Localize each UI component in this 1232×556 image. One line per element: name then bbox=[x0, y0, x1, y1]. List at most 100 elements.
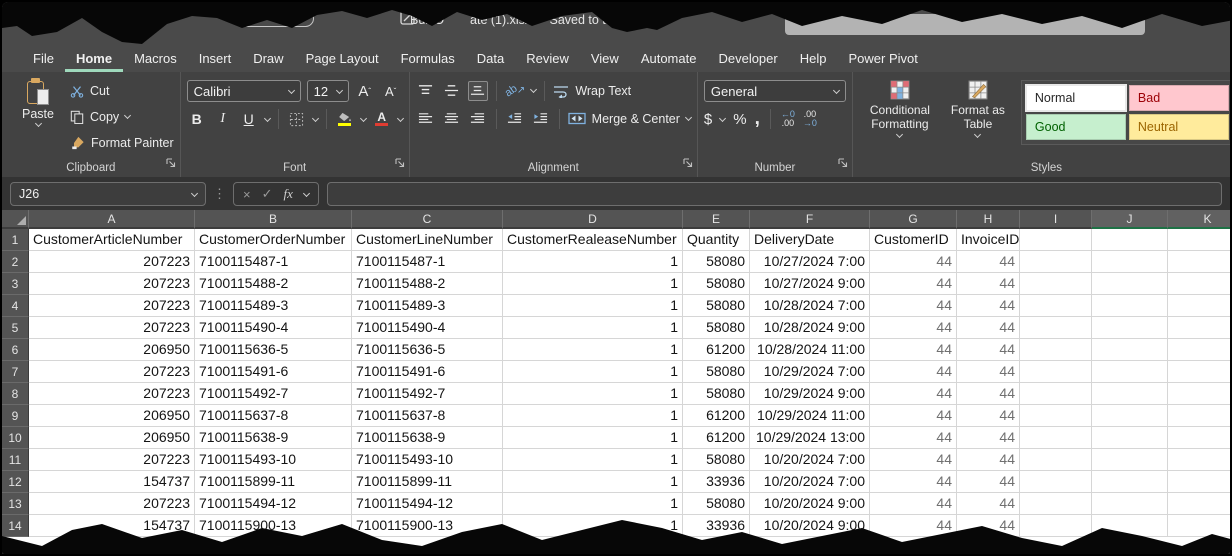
format-as-table-button[interactable]: Format as Table bbox=[941, 80, 1015, 137]
cell-H7[interactable]: 44 bbox=[957, 361, 1020, 383]
cell-B14[interactable]: 7100115900-13 bbox=[195, 515, 352, 537]
cell-C1[interactable]: CustomerLineNumber bbox=[352, 229, 503, 251]
cell-F10[interactable]: 10/29/2024 13:00 bbox=[750, 427, 870, 449]
cell-I3[interactable] bbox=[1020, 273, 1092, 295]
bold-button[interactable]: B bbox=[187, 109, 207, 129]
underline-chevron-icon[interactable] bbox=[264, 114, 271, 121]
cell-J3[interactable] bbox=[1092, 273, 1168, 295]
cell-F14[interactable]: 10/20/2024 9:00 bbox=[750, 515, 870, 537]
font-color-button[interactable]: A bbox=[372, 109, 392, 129]
clipboard-dialog-launcher[interactable] bbox=[166, 155, 176, 173]
cell-G6[interactable]: 44 bbox=[870, 339, 957, 361]
cell-D10[interactable]: 1 bbox=[503, 427, 683, 449]
row-header-4[interactable]: 4 bbox=[2, 295, 29, 317]
cell-J9[interactable] bbox=[1092, 405, 1168, 427]
cell-B3[interactable]: 7100115488-2 bbox=[195, 273, 352, 295]
fill-color-button[interactable] bbox=[335, 109, 355, 129]
cell-C12[interactable]: 7100115899-11 bbox=[352, 471, 503, 493]
cell-H12[interactable]: 44 bbox=[957, 471, 1020, 493]
column-header-I[interactable]: I bbox=[1020, 210, 1092, 229]
cell-C3[interactable]: 7100115488-2 bbox=[352, 273, 503, 295]
align-left-button[interactable] bbox=[416, 109, 436, 129]
cell-H2[interactable]: 44 bbox=[957, 251, 1020, 273]
column-header-B[interactable]: B bbox=[195, 210, 352, 229]
column-header-D[interactable]: D bbox=[503, 210, 683, 229]
style-chip-bad[interactable]: Bad bbox=[1129, 85, 1229, 111]
paste-button[interactable]: Paste bbox=[14, 78, 62, 126]
cell-K5[interactable] bbox=[1168, 317, 1230, 339]
cell-G5[interactable]: 44 bbox=[870, 317, 957, 339]
cell-E14[interactable]: 33936 bbox=[683, 515, 750, 537]
cell-A3[interactable]: 207223 bbox=[29, 273, 195, 295]
cell-H14[interactable]: 44 bbox=[957, 515, 1020, 537]
select-all-corner[interactable] bbox=[2, 210, 29, 229]
cell-B11[interactable]: 7100115493-10 bbox=[195, 449, 352, 471]
formula-input[interactable] bbox=[327, 182, 1222, 206]
insert-function-icon[interactable]: fx bbox=[284, 186, 293, 202]
cell-J6[interactable] bbox=[1092, 339, 1168, 361]
format-painter-button[interactable]: Format Painter bbox=[70, 132, 174, 153]
cell-B10[interactable]: 7100115638-9 bbox=[195, 427, 352, 449]
tab-automate[interactable]: Automate bbox=[630, 44, 708, 72]
name-box[interactable]: J26 bbox=[10, 182, 206, 206]
cell-D4[interactable]: 1 bbox=[503, 295, 683, 317]
cell-E5[interactable]: 58080 bbox=[683, 317, 750, 339]
cell-A14[interactable]: 154737 bbox=[29, 515, 195, 537]
column-header-K[interactable]: K bbox=[1168, 210, 1230, 229]
cell-I11[interactable] bbox=[1020, 449, 1092, 471]
cell-B12[interactable]: 7100115899-11 bbox=[195, 471, 352, 493]
cell-D6[interactable]: 1 bbox=[503, 339, 683, 361]
percent-button[interactable]: % bbox=[733, 111, 746, 128]
cell-B2[interactable]: 7100115487-1 bbox=[195, 251, 352, 273]
row-header-2[interactable]: 2 bbox=[2, 251, 29, 273]
font-color-chevron-icon[interactable] bbox=[397, 114, 404, 121]
cell-C11[interactable]: 7100115493-10 bbox=[352, 449, 503, 471]
cell-A13[interactable]: 207223 bbox=[29, 493, 195, 515]
excel-logo-icon[interactable]: X bbox=[39, 9, 60, 30]
cell-E11[interactable]: 58080 bbox=[683, 449, 750, 471]
currency-chevron-icon[interactable] bbox=[719, 114, 726, 121]
row-header-9[interactable]: 9 bbox=[2, 405, 29, 427]
cell-C7[interactable]: 7100115491-6 bbox=[352, 361, 503, 383]
font-size-combo[interactable]: 12 bbox=[307, 80, 349, 102]
cell-A1[interactable]: CustomerArticleNumber bbox=[29, 229, 195, 251]
cell-E12[interactable]: 33936 bbox=[683, 471, 750, 493]
currency-button[interactable]: $ bbox=[704, 111, 712, 128]
cell-F3[interactable]: 10/27/2024 9:00 bbox=[750, 273, 870, 295]
cell-G8[interactable]: 44 bbox=[870, 383, 957, 405]
row-header-5[interactable]: 5 bbox=[2, 317, 29, 339]
cell-E6[interactable]: 61200 bbox=[683, 339, 750, 361]
row-header-12[interactable]: 12 bbox=[2, 471, 29, 493]
column-header-C[interactable]: C bbox=[352, 210, 503, 229]
cell-H5[interactable]: 44 bbox=[957, 317, 1020, 339]
cell-B7[interactable]: 7100115491-6 bbox=[195, 361, 352, 383]
underline-button[interactable]: U bbox=[239, 109, 259, 129]
cell-B5[interactable]: 7100115490-4 bbox=[195, 317, 352, 339]
cell-C8[interactable]: 7100115492-7 bbox=[352, 383, 503, 405]
cell-F12[interactable]: 10/20/2024 7:00 bbox=[750, 471, 870, 493]
conditional-formatting-button[interactable]: Conditional Formatting bbox=[859, 80, 941, 137]
cell-J7[interactable] bbox=[1092, 361, 1168, 383]
cell-D3[interactable]: 1 bbox=[503, 273, 683, 295]
cell-F5[interactable]: 10/28/2024 9:00 bbox=[750, 317, 870, 339]
row-header-11[interactable]: 11 bbox=[2, 449, 29, 471]
cell-K2[interactable] bbox=[1168, 251, 1230, 273]
cell-H8[interactable]: 44 bbox=[957, 383, 1020, 405]
cell-G1[interactable]: CustomerID bbox=[870, 229, 957, 251]
cell-A6[interactable]: 206950 bbox=[29, 339, 195, 361]
cell-H13[interactable]: 44 bbox=[957, 493, 1020, 515]
font-dialog-launcher[interactable] bbox=[395, 155, 405, 173]
cell-B8[interactable]: 7100115492-7 bbox=[195, 383, 352, 405]
cell-H6[interactable]: 44 bbox=[957, 339, 1020, 361]
cell-D12[interactable]: 1 bbox=[503, 471, 683, 493]
cell-G4[interactable]: 44 bbox=[870, 295, 957, 317]
decrease-decimal-button[interactable]: .00→0 bbox=[803, 110, 817, 128]
orientation-button[interactable]: ab↗ bbox=[505, 81, 526, 101]
fx-chevron-icon[interactable] bbox=[303, 189, 310, 196]
cell-C13[interactable]: 7100115494-12 bbox=[352, 493, 503, 515]
cell-E10[interactable]: 61200 bbox=[683, 427, 750, 449]
cell-J8[interactable] bbox=[1092, 383, 1168, 405]
grow-font-button[interactable]: Aˆ bbox=[355, 81, 375, 101]
shrink-font-button[interactable]: Aˇ bbox=[381, 81, 401, 101]
row-header-10[interactable]: 10 bbox=[2, 427, 29, 449]
